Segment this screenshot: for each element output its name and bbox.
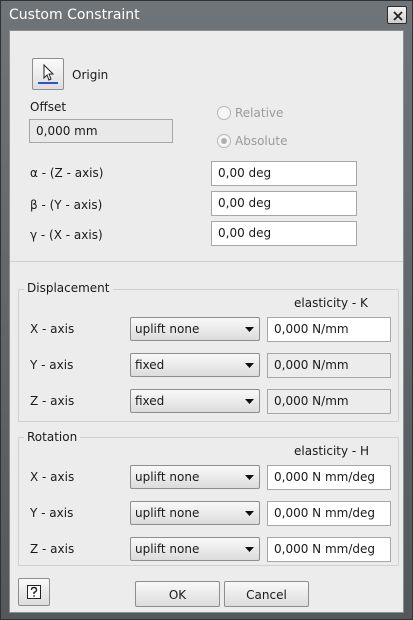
alpha-label: α - (Z - axis)	[30, 166, 104, 180]
absolute-radio[interactable]	[217, 134, 231, 148]
divider	[10, 261, 403, 262]
origin-label: Origin	[72, 68, 109, 82]
chevron-down-icon	[245, 399, 254, 404]
offset-label: Offset	[30, 100, 67, 114]
relative-radio[interactable]	[217, 106, 231, 120]
beta-label: β - (Y - axis)	[30, 198, 103, 212]
disp-y-mode-value: fixed	[135, 358, 165, 372]
rot-y-label: Y - axis	[30, 506, 74, 520]
gamma-input[interactable]: 0,00 deg	[211, 221, 357, 246]
close-icon	[393, 11, 403, 21]
rot-z-elasticity-input[interactable]: 0,000 N mm/deg	[267, 537, 391, 562]
relative-label: Relative	[235, 106, 284, 120]
disp-x-label: X - axis	[30, 322, 75, 336]
disp-z-label: Z - axis	[30, 394, 75, 408]
offset-value: 0,000 mm	[29, 119, 173, 143]
beta-input[interactable]: 0,00 deg	[211, 191, 357, 216]
rotation-elasticity-header: elasticity - H	[294, 444, 370, 458]
dialog-window: Custom Constraint Origin Offset 0,000 mm…	[0, 0, 413, 620]
help-button[interactable]	[18, 578, 50, 606]
chevron-down-icon	[245, 511, 254, 516]
dialog-body: Origin Offset 0,000 mm Relative Absolute…	[9, 30, 404, 613]
disp-y-elasticity-input: 0,000 N/mm	[267, 353, 391, 378]
disp-x-mode-value: uplift none	[135, 322, 200, 336]
disp-z-mode-select[interactable]: fixed	[130, 389, 260, 413]
disp-y-mode-select[interactable]: fixed	[130, 353, 260, 377]
gamma-label: γ - (X - axis)	[30, 228, 103, 242]
chevron-down-icon	[245, 363, 254, 368]
rot-x-label: X - axis	[30, 470, 75, 484]
chevron-down-icon	[245, 547, 254, 552]
chevron-down-icon	[245, 475, 254, 480]
rot-z-mode-value: uplift none	[135, 542, 200, 556]
disp-z-mode-value: fixed	[135, 394, 165, 408]
displacement-elasticity-header: elasticity - K	[294, 296, 368, 310]
rot-x-elasticity-input[interactable]: 0,000 N mm/deg	[267, 465, 391, 490]
chevron-down-icon	[245, 327, 254, 332]
close-button[interactable]	[387, 6, 407, 24]
displacement-title: Displacement	[24, 281, 113, 295]
window-title: Custom Constraint	[9, 7, 140, 23]
rot-y-mode-value: uplift none	[135, 506, 200, 520]
origin-button[interactable]	[32, 58, 64, 90]
rot-y-mode-select[interactable]: uplift none	[130, 501, 260, 525]
disp-x-elasticity-input[interactable]: 0,000 N/mm	[267, 317, 391, 342]
help-icon	[27, 585, 41, 599]
rot-z-label: Z - axis	[30, 542, 75, 556]
disp-z-elasticity-input: 0,000 N/mm	[267, 389, 391, 414]
absolute-label: Absolute	[235, 134, 288, 148]
rotation-title: Rotation	[24, 430, 81, 444]
rot-y-elasticity-input[interactable]: 0,000 N mm/deg	[267, 501, 391, 526]
title-bar[interactable]: Custom Constraint	[1, 1, 412, 29]
alpha-input[interactable]: 0,00 deg	[211, 161, 357, 186]
rot-x-mode-value: uplift none	[135, 470, 200, 484]
origin-cursor-icon	[38, 63, 58, 84]
disp-x-mode-select[interactable]: uplift none	[130, 317, 260, 341]
rot-z-mode-select[interactable]: uplift none	[130, 537, 260, 561]
ok-button[interactable]: OK	[135, 581, 220, 607]
disp-y-label: Y - axis	[30, 358, 74, 372]
cancel-button[interactable]: Cancel	[224, 581, 309, 607]
rot-x-mode-select[interactable]: uplift none	[130, 465, 260, 489]
